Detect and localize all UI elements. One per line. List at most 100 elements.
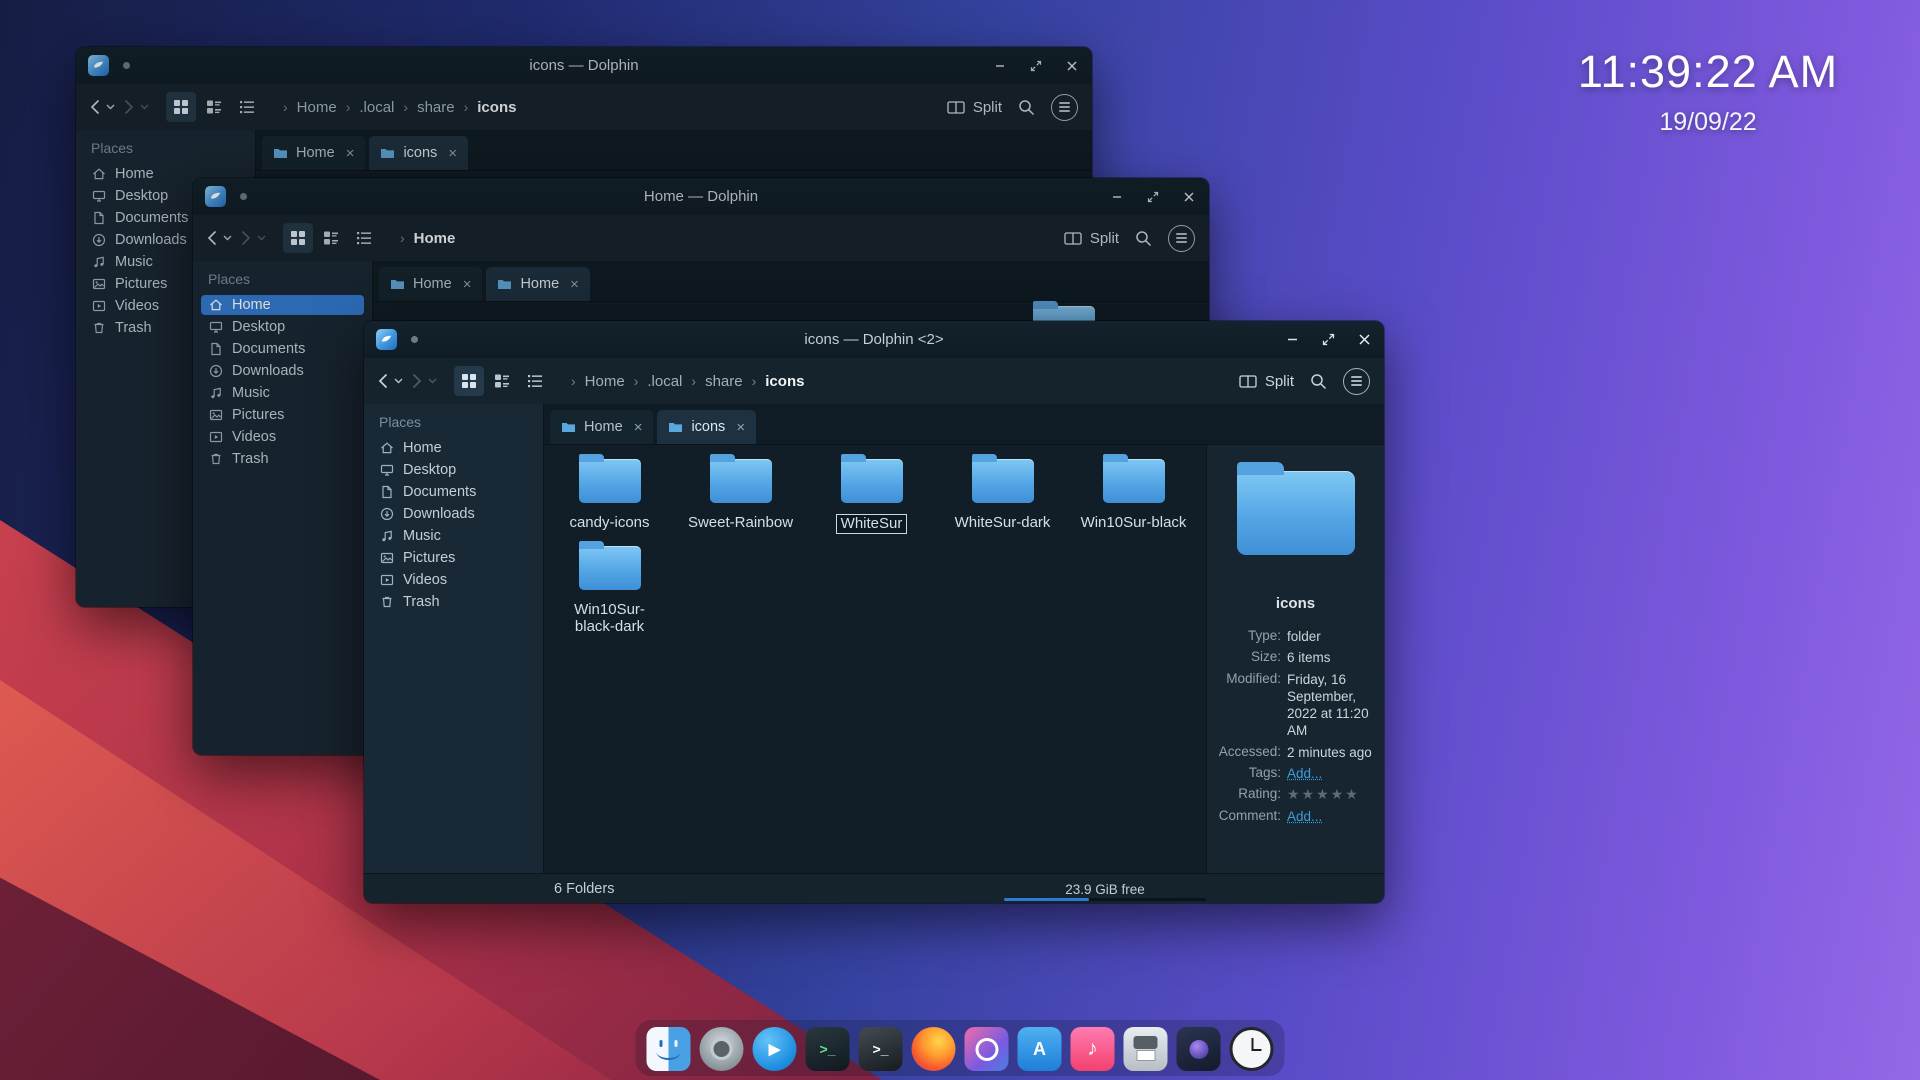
sidebar-item-desktop[interactable]: Desktop xyxy=(201,317,364,337)
sidebar-item-home[interactable]: Home xyxy=(201,295,364,315)
tab-close-icon[interactable]: × xyxy=(570,276,579,293)
view-details-button[interactable] xyxy=(520,366,550,396)
folder-candy-icons[interactable]: candy-icons xyxy=(544,454,675,534)
back-history-caret-icon[interactable] xyxy=(394,378,403,384)
folder-whitesur[interactable]: WhiteSur xyxy=(806,454,937,534)
sidebar-item-pictures[interactable]: Pictures xyxy=(372,548,535,568)
tab-close-icon[interactable]: × xyxy=(736,419,745,436)
breadcrumb-icons[interactable]: icons xyxy=(765,373,804,390)
comment-add-link[interactable]: Add... xyxy=(1287,808,1374,825)
titlebar[interactable]: icons — Dolphin xyxy=(76,47,1092,84)
view-compact-button[interactable] xyxy=(316,223,346,253)
view-icons-button[interactable] xyxy=(166,92,196,122)
folder-win10sur-black[interactable]: Win10Sur-black xyxy=(1068,454,1199,534)
sidebar-item-pictures[interactable]: Pictures xyxy=(201,405,364,425)
breadcrumb-share[interactable]: share xyxy=(705,373,743,390)
file-view[interactable]: candy-icons Sweet-Rainbow WhiteSur White… xyxy=(544,445,1206,873)
close-button[interactable] xyxy=(1181,189,1197,205)
menu-button[interactable] xyxy=(1051,93,1078,121)
tab-home-1[interactable]: Home × xyxy=(379,267,483,301)
folder-rename-input[interactable]: WhiteSur xyxy=(835,514,908,534)
tab-close-icon[interactable]: × xyxy=(634,419,643,436)
menu-button[interactable] xyxy=(1343,367,1370,395)
forward-button[interactable] xyxy=(412,373,422,389)
menu-button[interactable] xyxy=(1168,224,1195,252)
titlebar[interactable]: Home — Dolphin xyxy=(193,178,1209,215)
forward-history-caret-icon[interactable] xyxy=(428,378,437,384)
dock-system-settings-icon[interactable] xyxy=(699,1027,744,1071)
breadcrumb-local[interactable]: .local xyxy=(359,99,394,116)
breadcrumb-home[interactable]: Home xyxy=(414,230,456,247)
minimize-button[interactable] xyxy=(1109,189,1125,205)
view-icons-button[interactable] xyxy=(454,366,484,396)
forward-history-caret-icon[interactable] xyxy=(257,235,266,241)
back-history-caret-icon[interactable] xyxy=(223,235,232,241)
minimize-button[interactable] xyxy=(992,58,1008,74)
sidebar-item-downloads[interactable]: Downloads xyxy=(201,361,364,381)
sidebar-item-trash[interactable]: Trash xyxy=(201,449,364,469)
tab-close-icon[interactable]: × xyxy=(346,145,355,162)
forward-button[interactable] xyxy=(241,230,251,246)
dock-app-store-icon[interactable]: A xyxy=(1017,1027,1062,1071)
tab-home[interactable]: Home × xyxy=(550,410,654,444)
dock-firefox-icon[interactable] xyxy=(911,1027,956,1071)
folder-win10sur-black-dark[interactable]: Win10Sur-black-dark xyxy=(544,540,675,636)
view-details-button[interactable] xyxy=(232,92,262,122)
tab-home[interactable]: Home × xyxy=(262,136,366,170)
sidebar-item-desktop[interactable]: Desktop xyxy=(372,460,535,480)
tab-home-2[interactable]: Home × xyxy=(486,267,590,301)
search-button[interactable] xyxy=(1018,99,1035,116)
dock-clock-icon[interactable] xyxy=(1229,1027,1274,1071)
dock-music-icon[interactable]: ♪ xyxy=(1070,1027,1115,1071)
breadcrumb-home[interactable]: Home xyxy=(297,99,337,116)
sidebar-item-videos[interactable]: Videos xyxy=(201,427,364,447)
split-button[interactable]: Split xyxy=(1064,230,1119,247)
close-button[interactable] xyxy=(1356,332,1372,348)
view-details-button[interactable] xyxy=(349,223,379,253)
maximize-button[interactable] xyxy=(1028,58,1044,74)
sidebar-item-downloads[interactable]: Downloads xyxy=(372,504,535,524)
view-icons-button[interactable] xyxy=(283,223,313,253)
tab-close-icon[interactable]: × xyxy=(463,276,472,293)
dock-terminal-icon[interactable]: >_ xyxy=(858,1027,903,1071)
back-history-caret-icon[interactable] xyxy=(106,104,115,110)
rating-stars[interactable]: ★★★★★ xyxy=(1287,786,1374,804)
maximize-button[interactable] xyxy=(1145,189,1161,205)
back-button[interactable] xyxy=(90,99,100,115)
search-button[interactable] xyxy=(1310,373,1327,390)
folder-whitesur-dark[interactable]: WhiteSur-dark xyxy=(937,454,1068,534)
titlebar[interactable]: icons — Dolphin <2> xyxy=(364,321,1384,358)
minimize-button[interactable] xyxy=(1284,332,1300,348)
dock-console-icon[interactable]: >_ xyxy=(805,1027,850,1071)
tab-icons[interactable]: icons × xyxy=(657,410,757,444)
sidebar-item-videos[interactable]: Videos xyxy=(372,570,535,590)
dock-screenshot-icon[interactable] xyxy=(1176,1027,1221,1071)
maximize-button[interactable] xyxy=(1320,332,1336,348)
breadcrumb-icons[interactable]: icons xyxy=(477,99,516,116)
forward-button[interactable] xyxy=(124,99,134,115)
sidebar-item-documents[interactable]: Documents xyxy=(201,339,364,359)
tab-close-icon[interactable]: × xyxy=(448,145,457,162)
breadcrumb-share[interactable]: share xyxy=(417,99,455,116)
folder-sweet-rainbow[interactable]: Sweet-Rainbow xyxy=(675,454,806,534)
breadcrumb-local[interactable]: .local xyxy=(647,373,682,390)
tab-icons[interactable]: icons × xyxy=(369,136,469,170)
dock-preferences-icon[interactable] xyxy=(964,1027,1009,1071)
dock-printer-icon[interactable] xyxy=(1123,1027,1168,1071)
sidebar-item-home[interactable]: Home xyxy=(372,438,535,458)
back-button[interactable] xyxy=(378,373,388,389)
forward-history-caret-icon[interactable] xyxy=(140,104,149,110)
sidebar-item-music[interactable]: Music xyxy=(372,526,535,546)
sidebar-item-trash[interactable]: Trash xyxy=(372,592,535,612)
breadcrumb-home[interactable]: Home xyxy=(585,373,625,390)
split-button[interactable]: Split xyxy=(947,99,1002,116)
search-button[interactable] xyxy=(1135,230,1152,247)
dock-media-player-icon[interactable]: ▶ xyxy=(752,1027,797,1071)
back-button[interactable] xyxy=(207,230,217,246)
sidebar-item-music[interactable]: Music xyxy=(201,383,364,403)
tags-add-link[interactable]: Add... xyxy=(1287,765,1374,782)
view-compact-button[interactable] xyxy=(487,366,517,396)
close-button[interactable] xyxy=(1064,58,1080,74)
split-button[interactable]: Split xyxy=(1239,373,1294,390)
sidebar-item-documents[interactable]: Documents xyxy=(372,482,535,502)
